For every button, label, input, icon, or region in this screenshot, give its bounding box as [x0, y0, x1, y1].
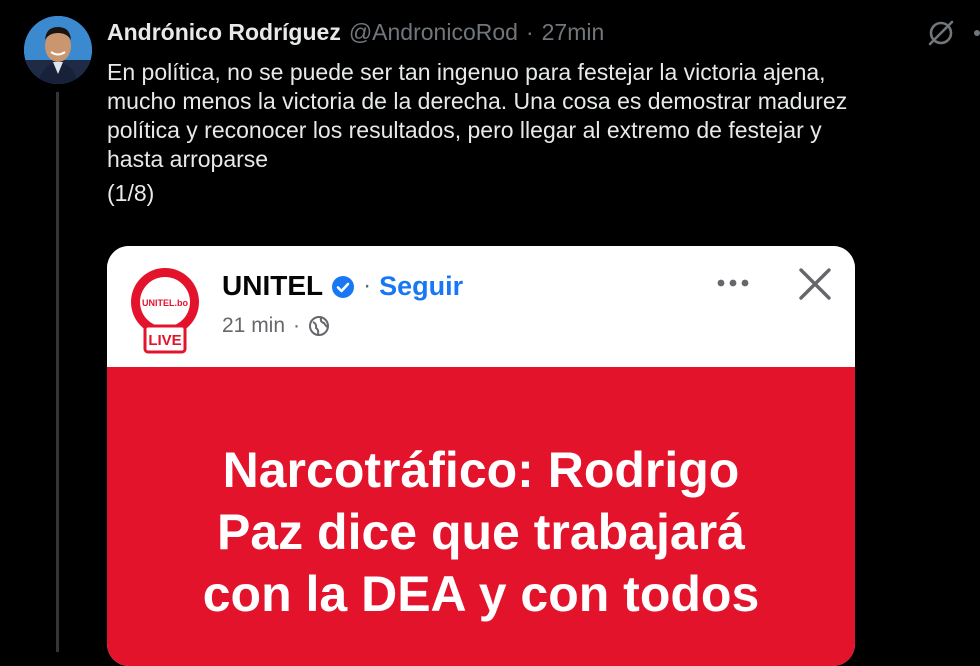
more-icon[interactable]	[966, 22, 980, 44]
follow-button: Seguir	[379, 270, 464, 301]
tweet-text-line: En política, no se puede ser tan ingenuo…	[107, 59, 826, 85]
embedded-post-header: UNITEL.bo LIVE UNITEL · Seguir 21 min ·	[107, 246, 855, 367]
close-icon	[797, 266, 833, 302]
tweet-text-line: política y reconocer los resultados, per…	[107, 117, 822, 143]
headline-line: Narcotráfico: Rodrigo	[222, 442, 740, 498]
unitel-logo: UNITEL.bo LIVE	[127, 264, 207, 354]
more-dots-icon	[713, 270, 753, 296]
author-avatar[interactable]	[24, 16, 92, 84]
headline-line: Paz dice que trabajará	[216, 504, 745, 560]
tweet-header: Andrónico Rodríguez @AndronicoRod · 27mi…	[107, 16, 604, 48]
grok-icon[interactable]	[925, 17, 957, 49]
embedded-post-meta: 21 min ·	[222, 314, 330, 338]
tweet-time[interactable]: 27min	[542, 19, 605, 46]
logo-text: UNITEL.bo	[142, 298, 188, 308]
globe-icon	[308, 315, 330, 337]
headline-card: Narcotráfico: Rodrigo Paz dice que traba…	[107, 367, 855, 666]
tweet-text: En política, no se puede ser tan ingenuo…	[107, 58, 967, 208]
tweet-media-image[interactable]: UNITEL.bo LIVE UNITEL · Seguir 21 min ·	[107, 246, 855, 666]
author-name[interactable]: Andrónico Rodríguez	[107, 19, 341, 46]
title-separator: ·	[363, 272, 372, 299]
thread-line	[56, 92, 59, 652]
author-handle[interactable]: @AndronicoRod	[349, 19, 518, 46]
tweet-text-line: mucho menos la victoria de la derecha. U…	[107, 88, 848, 114]
headline: Narcotráfico: Rodrigo Paz dice que traba…	[107, 439, 855, 625]
thread-counter: (1/8)	[107, 180, 155, 206]
headline-line: con la DEA y con todos	[202, 566, 760, 622]
embedded-page-title: UNITEL · Seguir	[222, 270, 463, 302]
meta-separator: ·	[293, 314, 301, 337]
header-separator: ·	[525, 18, 534, 45]
page-name: UNITEL	[222, 270, 324, 301]
tweet-text-line: hasta arroparse	[107, 146, 269, 172]
live-badge: LIVE	[148, 332, 181, 349]
verified-icon	[331, 274, 355, 298]
embedded-post-time: 21 min	[222, 314, 286, 337]
